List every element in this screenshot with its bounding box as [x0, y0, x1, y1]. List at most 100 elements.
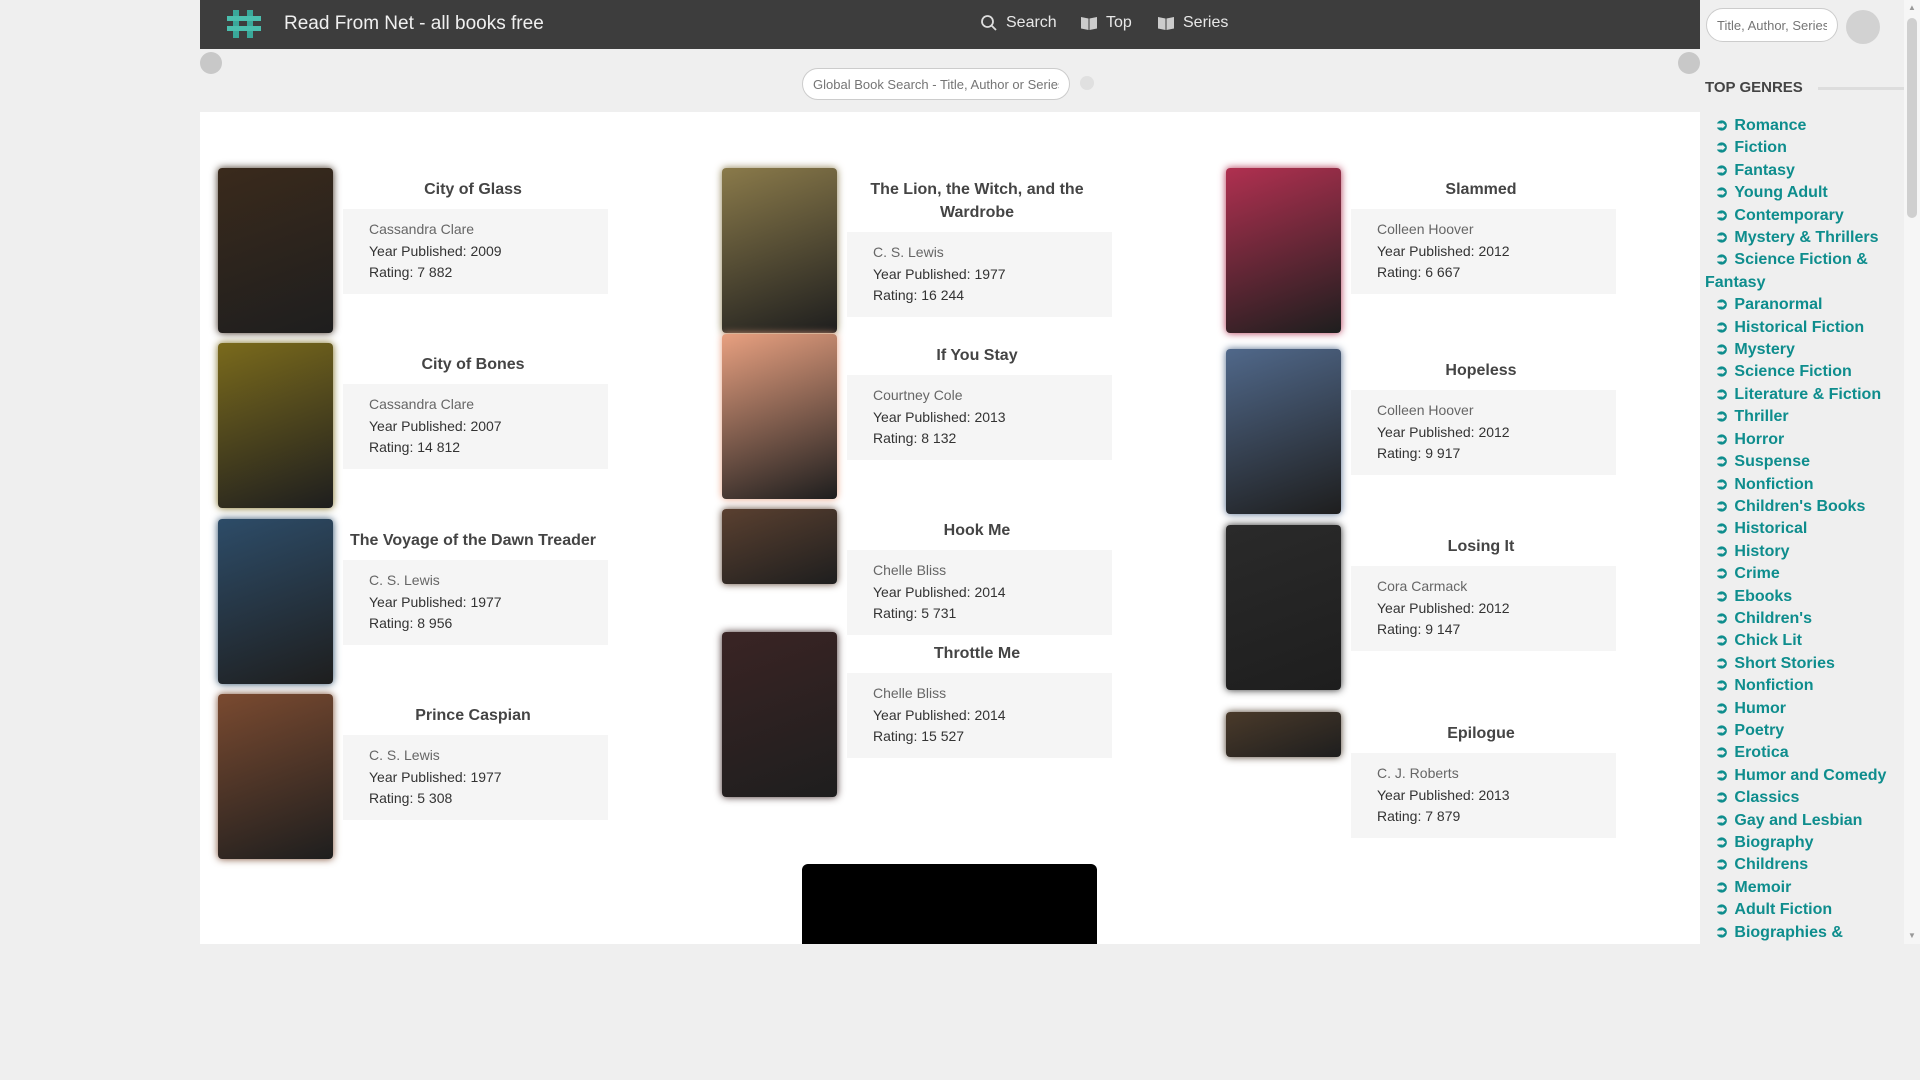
- book-title[interactable]: City of Glass: [338, 178, 608, 201]
- genre-link[interactable]: ➲ Biographies &: [1705, 922, 1905, 944]
- book-title[interactable]: The Voyage of the Dawn Treader: [338, 529, 608, 552]
- genre-link[interactable]: ➲ Historical: [1705, 518, 1905, 540]
- genre-link[interactable]: ➲ Suspense: [1705, 451, 1905, 473]
- book-title[interactable]: Throttle Me: [842, 642, 1112, 665]
- arrow-icon: ➲: [1715, 408, 1729, 426]
- genre-link[interactable]: ➲ Science Fiction: [1705, 361, 1905, 383]
- genre-link[interactable]: ➲ Young Adult: [1705, 182, 1905, 204]
- genre-label: Gay and Lesbian: [1734, 811, 1863, 829]
- header-search-input[interactable]: [1706, 8, 1838, 42]
- book-title[interactable]: Hook Me: [842, 519, 1112, 542]
- book-title[interactable]: Losing It: [1346, 535, 1616, 558]
- genre-link[interactable]: ➲ Paranormal: [1705, 294, 1905, 316]
- page-scrollbar[interactable]: ▲ ▼: [1904, 0, 1920, 944]
- genre-link[interactable]: ➲ Nonfiction: [1705, 675, 1905, 697]
- book-cover[interactable]: [722, 632, 837, 797]
- scroll-down-arrow-icon[interactable]: ▼: [1908, 932, 1916, 940]
- genre-link[interactable]: ➲ Science Fiction & Fantasy: [1705, 249, 1905, 294]
- genre-link[interactable]: ➲ Humor and Comedy: [1705, 765, 1905, 787]
- book-title[interactable]: If You Stay: [842, 344, 1112, 367]
- book-cover[interactable]: [1226, 168, 1341, 333]
- genre-link[interactable]: ➲ Classics: [1705, 787, 1905, 809]
- genre-link[interactable]: ➲ Nonfiction: [1705, 474, 1905, 496]
- book-title[interactable]: Prince Caspian: [338, 704, 608, 727]
- book-title[interactable]: Epilogue: [1346, 722, 1616, 745]
- scrollbar-thumb[interactable]: [1907, 18, 1917, 218]
- arrow-icon: ➲: [1715, 430, 1729, 448]
- genre-link[interactable]: ➲ Poetry: [1705, 720, 1905, 742]
- book-title[interactable]: The Lion, the Witch, and the Wardrobe: [842, 178, 1112, 224]
- genre-link[interactable]: ➲ Adult Fiction: [1705, 899, 1905, 921]
- book-card[interactable]: City of Glass Cassandra Clare Year Publi…: [218, 168, 628, 340]
- book-card[interactable]: Epilogue C. J. Roberts Year Published: 2…: [1226, 712, 1636, 884]
- book-card[interactable]: Hopeless Colleen Hoover Year Published: …: [1226, 349, 1636, 521]
- genre-link[interactable]: ➲ Historical Fiction: [1705, 317, 1905, 339]
- genre-link[interactable]: ➲ Chick Lit: [1705, 630, 1905, 652]
- site-logo-icon[interactable]: [225, 6, 265, 42]
- book-cover[interactable]: [1226, 525, 1341, 690]
- book-card[interactable]: The Voyage of the Dawn Treader C. S. Lew…: [218, 519, 628, 691]
- genre-link[interactable]: ➲ Humor: [1705, 698, 1905, 720]
- book-cover[interactable]: [722, 334, 837, 499]
- book-card[interactable]: Prince Caspian C. S. Lewis Year Publishe…: [218, 694, 628, 866]
- nav-series-link[interactable]: Series: [1157, 14, 1228, 32]
- arrow-icon: ➲: [1715, 520, 1729, 538]
- book-cover[interactable]: [722, 509, 837, 584]
- scroll-up-arrow-icon[interactable]: ▲: [1908, 4, 1916, 12]
- book-cover[interactable]: [722, 168, 837, 333]
- nav-search-link[interactable]: Search: [980, 14, 1057, 32]
- book-cover[interactable]: [218, 694, 333, 859]
- genre-link[interactable]: ➲ Contemporary: [1705, 205, 1905, 227]
- book-card[interactable]: Losing It Cora Carmack Year Published: 2…: [1226, 525, 1636, 697]
- genre-label: Young Adult: [1734, 184, 1828, 202]
- book-cover[interactable]: [1226, 349, 1341, 514]
- search-clear-icon[interactable]: [1080, 76, 1094, 90]
- genre-link[interactable]: ➲ Mystery & Thrillers: [1705, 227, 1905, 249]
- genre-link[interactable]: ➲ Gay and Lesbian: [1705, 810, 1905, 832]
- book-card[interactable]: The Lion, the Witch, and the Wardrobe C.…: [722, 168, 1132, 340]
- arrow-icon: ➲: [1715, 744, 1729, 762]
- genre-link[interactable]: ➲ Fiction: [1705, 137, 1905, 159]
- book-title[interactable]: City of Bones: [338, 353, 608, 376]
- arrow-icon: ➲: [1715, 699, 1729, 717]
- genre-link[interactable]: ➲ Ebooks: [1705, 586, 1905, 608]
- genres-sidebar: TOP GENRES ➲ Romance ➲ Fiction ➲ Fantasy ➲ Youn…: [1700, 49, 1905, 944]
- book-cover[interactable]: [1226, 712, 1341, 757]
- genre-link[interactable]: ➲ Biography: [1705, 832, 1905, 854]
- site-title[interactable]: Read From Net - all books free: [284, 13, 544, 35]
- genre-link[interactable]: ➲ History: [1705, 541, 1905, 563]
- genre-link[interactable]: ➲ Crime: [1705, 563, 1905, 585]
- left-corner-button[interactable]: [200, 52, 222, 74]
- book-author: Courtney Cole: [873, 387, 963, 403]
- book-cover[interactable]: [218, 168, 333, 333]
- genre-link[interactable]: ➲ Literature & Fiction: [1705, 384, 1905, 406]
- global-book-search-input[interactable]: [802, 68, 1070, 100]
- ad-banner[interactable]: [802, 864, 1097, 944]
- book-card[interactable]: City of Bones Cassandra Clare Year Publi…: [218, 343, 628, 515]
- book-title[interactable]: Slammed: [1346, 178, 1616, 201]
- nav-top-link[interactable]: Top: [1080, 14, 1132, 32]
- right-corner-button[interactable]: [1678, 52, 1700, 74]
- book-info: Cora Carmack Year Published: 2012 Rating…: [1351, 566, 1616, 651]
- book-cover[interactable]: [218, 519, 333, 684]
- genre-link[interactable]: ➲ Fantasy: [1705, 160, 1905, 182]
- genre-label: Memoir: [1734, 878, 1792, 896]
- genre-link[interactable]: ➲ Mystery: [1705, 339, 1905, 361]
- genre-link[interactable]: ➲ Memoir: [1705, 877, 1905, 899]
- book-author: Cassandra Clare: [369, 221, 475, 237]
- genre-link[interactable]: ➲ Short Stories: [1705, 653, 1905, 675]
- genre-label: Science Fiction: [1734, 363, 1852, 381]
- genre-link[interactable]: ➲ Children's Books: [1705, 496, 1905, 518]
- genre-link[interactable]: ➲ Thriller: [1705, 406, 1905, 428]
- book-cover[interactable]: [218, 343, 333, 508]
- book-card[interactable]: Throttle Me Chelle Bliss Year Published:…: [722, 632, 1132, 804]
- user-avatar[interactable]: [1846, 10, 1880, 44]
- genre-link[interactable]: ➲ Childrens: [1705, 854, 1905, 876]
- book-card[interactable]: If You Stay Courtney Cole Year Published…: [722, 334, 1132, 506]
- book-title[interactable]: Hopeless: [1346, 359, 1616, 382]
- genre-link[interactable]: ➲ Children's: [1705, 608, 1905, 630]
- book-card[interactable]: Slammed Colleen Hoover Year Published: 2…: [1226, 168, 1636, 340]
- genre-link[interactable]: ➲ Erotica: [1705, 742, 1905, 764]
- genre-link[interactable]: ➲ Horror: [1705, 429, 1905, 451]
- genre-link[interactable]: ➲ Romance: [1705, 115, 1905, 137]
